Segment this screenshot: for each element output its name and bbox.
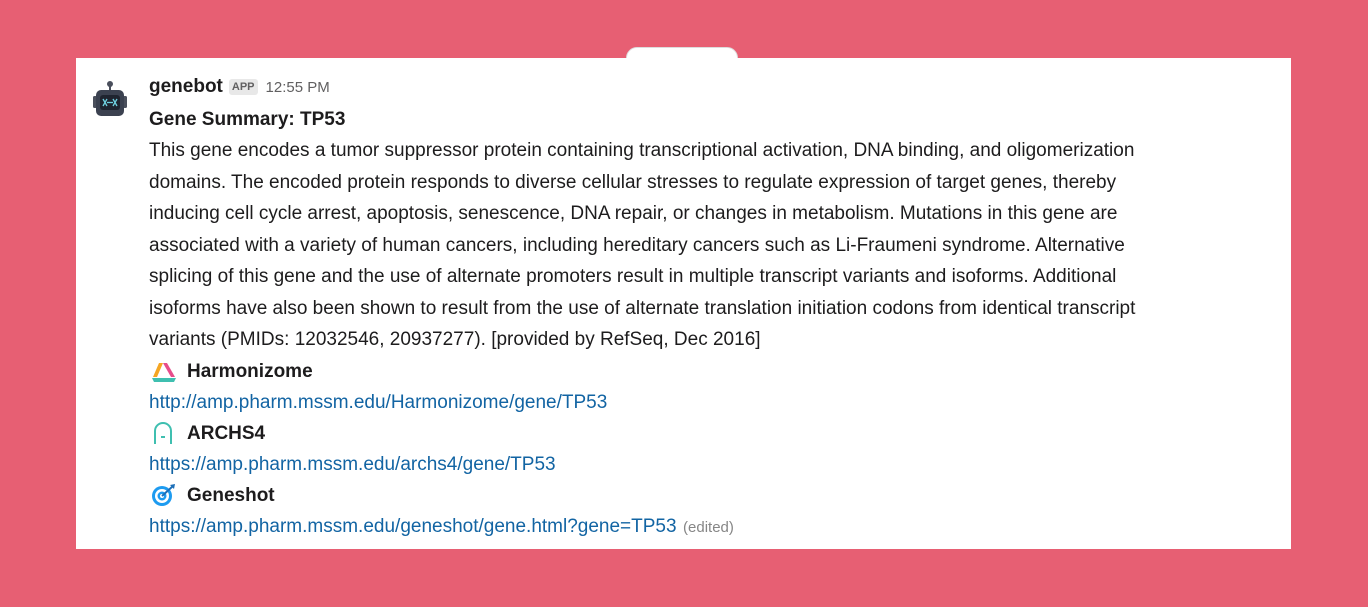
resource-title-geneshot: Geneshot <box>149 480 1279 511</box>
app-badge: APP <box>228 79 258 95</box>
edited-label: (edited) <box>683 518 734 536</box>
gene-summary-text: This gene encodes a tumor suppressor pro… <box>149 135 1279 356</box>
archs4-icon <box>154 422 172 444</box>
geneshot-link[interactable]: https://amp.pharm.mssm.edu/geneshot/gene… <box>149 516 677 537</box>
sender-name[interactable]: genebot <box>149 76 223 98</box>
harmonizome-icon <box>152 363 176 382</box>
message-content: genebot APP 12:55 PM Gene Summary: TP53 … <box>149 76 1279 542</box>
summary-line: This gene encodes a tumor suppressor pro… <box>149 140 1135 161</box>
summary-line: domains. The encoded protein responds to… <box>149 171 1117 193</box>
resource-name: Geneshot <box>187 484 275 506</box>
summary-line: isoforms have also been shown to result … <box>149 297 1136 319</box>
gene-summary-title: Gene Summary: TP53 <box>149 109 346 130</box>
summary-line: inducing cell cycle arrest, apoptosis, s… <box>149 203 1118 224</box>
resource-title-archs4: ARCHS4 <box>149 418 1279 449</box>
message-timestamp[interactable]: 12:55 PM <box>266 79 330 96</box>
harmonizome-link[interactable]: http://amp.pharm.mssm.edu/Harmonizome/ge… <box>149 387 1279 418</box>
resource-name: ARCHS4 <box>187 422 266 444</box>
archs4-link[interactable]: https://amp.pharm.mssm.edu/archs4/gene/T… <box>149 449 1279 480</box>
message-card: genebot APP 12:55 PM Gene Summary: TP53 … <box>76 58 1291 549</box>
resource-title-harmonizome: Harmonizome <box>149 356 1279 387</box>
geneshot-icon <box>152 484 175 506</box>
summary-line: variants (PMIDs: 12032546, 20937277). [p… <box>149 329 761 350</box>
robot-avatar-icon[interactable] <box>92 80 128 120</box>
geneshot-link-row: https://amp.pharm.mssm.edu/geneshot/gene… <box>149 511 1279 542</box>
resource-name: Harmonizome <box>187 360 313 382</box>
summary-line: splicing of this gene and the use of alt… <box>149 266 1117 287</box>
message-header: genebot APP 12:55 PM <box>149 76 1279 101</box>
summary-line: associated with a variety of human cance… <box>149 234 1125 256</box>
